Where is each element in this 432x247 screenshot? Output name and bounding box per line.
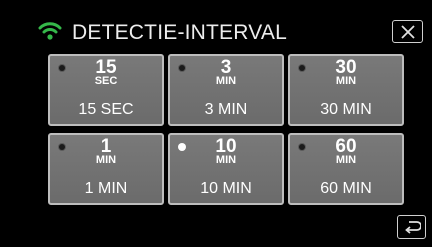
option-unit: MIN	[215, 154, 237, 166]
interval-options-grid: 15 SEC 15 SEC 3 MIN 3 MIN 30 MIN 30 MIN …	[48, 54, 404, 205]
option-unit: MIN	[335, 154, 357, 166]
option-30-min[interactable]: 30 MIN 30 MIN	[288, 54, 404, 126]
option-3-min[interactable]: 3 MIN 3 MIN	[168, 54, 284, 126]
option-unit: MIN	[335, 75, 357, 87]
screen-title: DETECTIE-INTERVAL	[72, 21, 287, 44]
option-label: 60 MIN	[320, 180, 372, 197]
option-label: 15 SEC	[78, 101, 134, 118]
detection-interval-screen: DETECTIE-INTERVAL 15 SEC 15 SEC 3 MIN 3 …	[0, 0, 432, 247]
option-60-min[interactable]: 60 MIN 60 MIN	[288, 133, 404, 205]
option-label: 1 MIN	[84, 180, 128, 197]
option-label: 10 MIN	[200, 180, 252, 197]
header-bar: DETECTIE-INTERVAL	[0, 16, 432, 48]
option-1-min[interactable]: 1 MIN 1 MIN	[48, 133, 164, 205]
close-button[interactable]	[392, 20, 423, 43]
wifi-icon	[38, 21, 62, 41]
option-label: 3 MIN	[204, 101, 248, 118]
option-unit: MIN	[215, 75, 237, 87]
return-icon	[405, 221, 421, 234]
option-10-min[interactable]: 10 MIN 10 MIN	[168, 133, 284, 205]
option-unit: MIN	[95, 154, 117, 166]
option-15-sec[interactable]: 15 SEC 15 SEC	[48, 54, 164, 126]
close-icon	[401, 25, 415, 39]
option-label: 30 MIN	[320, 101, 372, 118]
back-button[interactable]	[397, 215, 426, 239]
option-unit: SEC	[94, 75, 118, 87]
